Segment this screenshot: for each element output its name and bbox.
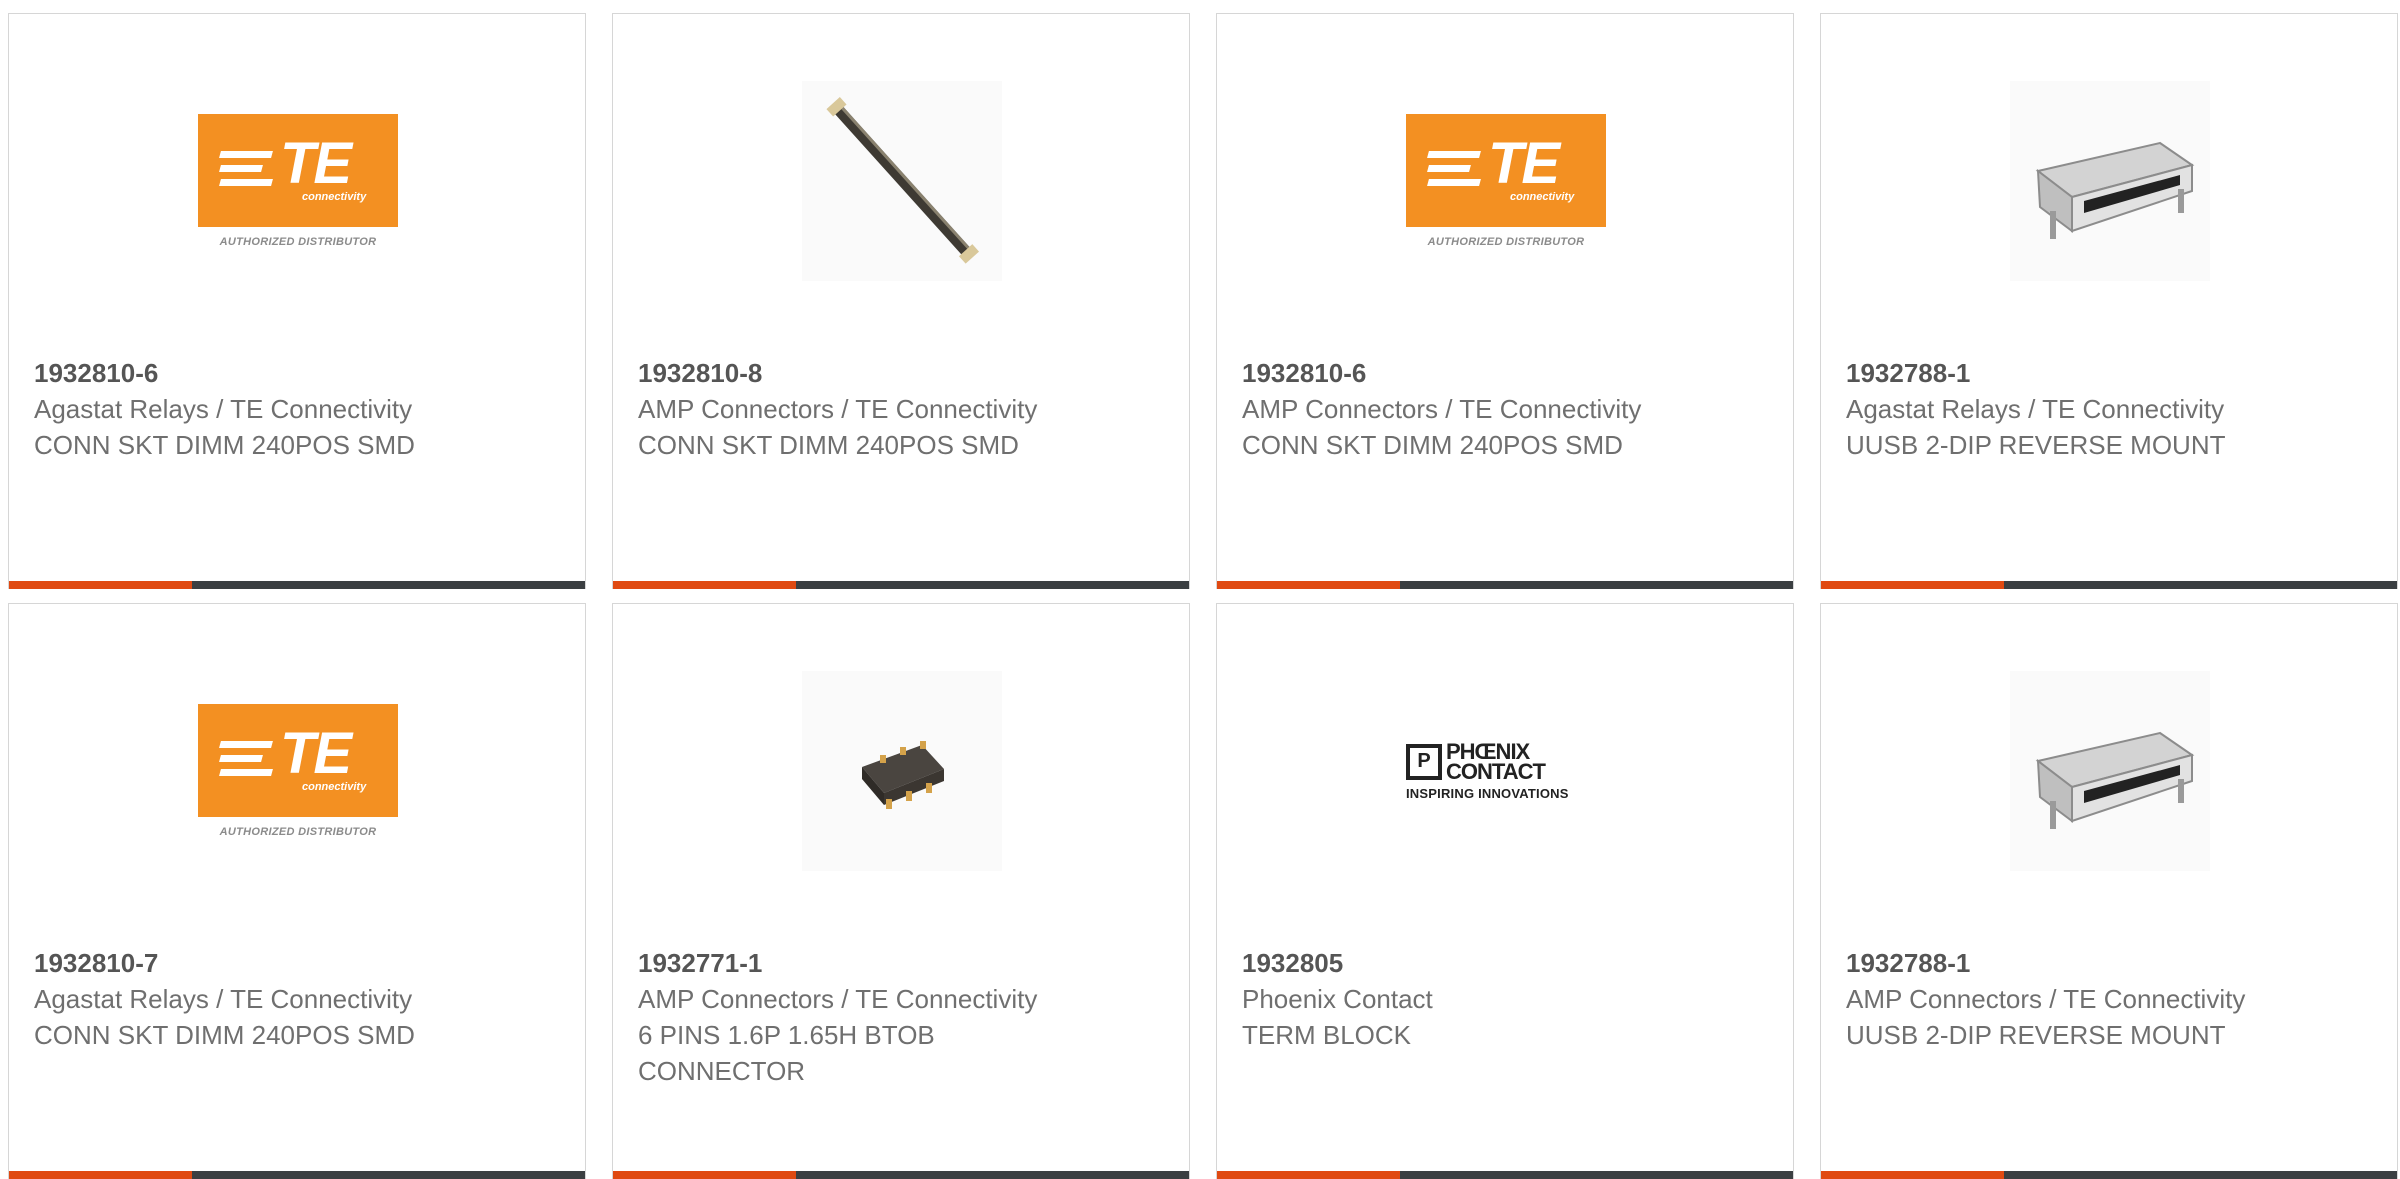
dimm-socket-image bbox=[802, 81, 1002, 281]
product-image[interactable]: P PHŒNIX CONTACT INSPIRING INNOVATIONS bbox=[1406, 671, 1606, 871]
product-image[interactable]: TE connectivity AUTHORIZED DISTRIBUTOR bbox=[198, 671, 398, 871]
part-number[interactable]: 1932805 bbox=[1242, 945, 1672, 981]
card-bottom-bar bbox=[1217, 581, 1793, 589]
manufacturer: AMP Connectors / TE Connectivity bbox=[638, 394, 1038, 424]
micro-usb-connector-image bbox=[2010, 81, 2210, 281]
product-card[interactable]: TE connectivity AUTHORIZED DISTRIBUTOR 19… bbox=[8, 603, 586, 1179]
manufacturer: Phoenix Contact bbox=[1242, 984, 1433, 1014]
card-bottom-bar bbox=[1217, 1171, 1793, 1179]
manufacturer: Agastat Relays / TE Connectivity bbox=[34, 394, 413, 424]
te-logo: TE connectivity AUTHORIZED DISTRIBUTOR bbox=[1406, 114, 1606, 248]
part-number[interactable]: 1932810-7 bbox=[34, 945, 464, 981]
description: 6 PINS 1.6P 1.65H BTOB CONNECTOR bbox=[638, 1020, 935, 1086]
product-grid: TE connectivity AUTHORIZED DISTRIBUTOR 19… bbox=[8, 13, 2398, 1179]
part-number[interactable]: 1932810-8 bbox=[638, 355, 1068, 391]
product-image[interactable]: TE connectivity AUTHORIZED DISTRIBUTOR bbox=[1406, 81, 1606, 281]
part-number[interactable]: 1932788-1 bbox=[1846, 355, 2276, 391]
manufacturer: Agastat Relays / TE Connectivity bbox=[1846, 394, 2225, 424]
manufacturer: Agastat Relays / TE Connectivity bbox=[34, 984, 413, 1014]
card-bottom-bar bbox=[9, 1171, 585, 1179]
card-bottom-bar bbox=[1821, 1171, 2397, 1179]
card-bottom-bar bbox=[613, 1171, 1189, 1179]
part-number[interactable]: 1932788-1 bbox=[1846, 945, 2276, 981]
description: UUSB 2-DIP REVERSE MOUNT bbox=[1846, 1020, 2226, 1050]
product-image[interactable] bbox=[802, 671, 1002, 871]
description: CONN SKT DIMM 240POS SMD bbox=[34, 1020, 415, 1050]
card-bottom-bar bbox=[613, 581, 1189, 589]
description: UUSB 2-DIP REVERSE MOUNT bbox=[1846, 430, 2226, 460]
part-number[interactable]: 1932810-6 bbox=[1242, 355, 1672, 391]
product-card[interactable]: 1932788-1 Agastat Relays / TE Connectivi… bbox=[1820, 13, 2398, 589]
btob-connector-image bbox=[802, 671, 1002, 871]
product-image[interactable]: TE connectivity AUTHORIZED DISTRIBUTOR bbox=[198, 81, 398, 281]
description: TERM BLOCK bbox=[1242, 1020, 1412, 1050]
description: CONN SKT DIMM 240POS SMD bbox=[638, 430, 1019, 460]
manufacturer: AMP Connectors / TE Connectivity bbox=[1846, 984, 2246, 1014]
te-logo: TE connectivity AUTHORIZED DISTRIBUTOR bbox=[198, 114, 398, 248]
manufacturer: AMP Connectors / TE Connectivity bbox=[638, 984, 1038, 1014]
product-image[interactable] bbox=[2010, 81, 2210, 281]
product-card[interactable]: P PHŒNIX CONTACT INSPIRING INNOVATIONS 19… bbox=[1216, 603, 1794, 1179]
description: CONN SKT DIMM 240POS SMD bbox=[34, 430, 415, 460]
card-bottom-bar bbox=[1821, 581, 2397, 589]
card-bottom-bar bbox=[9, 581, 585, 589]
product-card[interactable]: 1932788-1 AMP Connectors / TE Connectivi… bbox=[1820, 603, 2398, 1179]
product-card[interactable]: 1932810-8 AMP Connectors / TE Connectivi… bbox=[612, 13, 1190, 589]
product-card[interactable]: TE connectivity AUTHORIZED DISTRIBUTOR 19… bbox=[1216, 13, 1794, 589]
phoenix-contact-logo: P PHŒNIX CONTACT INSPIRING INNOVATIONS bbox=[1406, 738, 1569, 801]
product-image[interactable] bbox=[2010, 671, 2210, 871]
description: CONN SKT DIMM 240POS SMD bbox=[1242, 430, 1623, 460]
product-image[interactable] bbox=[802, 81, 1002, 281]
manufacturer: AMP Connectors / TE Connectivity bbox=[1242, 394, 1642, 424]
part-number[interactable]: 1932771-1 bbox=[638, 945, 1068, 981]
part-number[interactable]: 1932810-6 bbox=[34, 355, 464, 391]
te-logo: TE connectivity AUTHORIZED DISTRIBUTOR bbox=[198, 704, 398, 838]
product-card[interactable]: 1932771-1 AMP Connectors / TE Connectivi… bbox=[612, 603, 1190, 1179]
micro-usb-connector-image bbox=[2010, 671, 2210, 871]
product-card[interactable]: TE connectivity AUTHORIZED DISTRIBUTOR 19… bbox=[8, 13, 586, 589]
